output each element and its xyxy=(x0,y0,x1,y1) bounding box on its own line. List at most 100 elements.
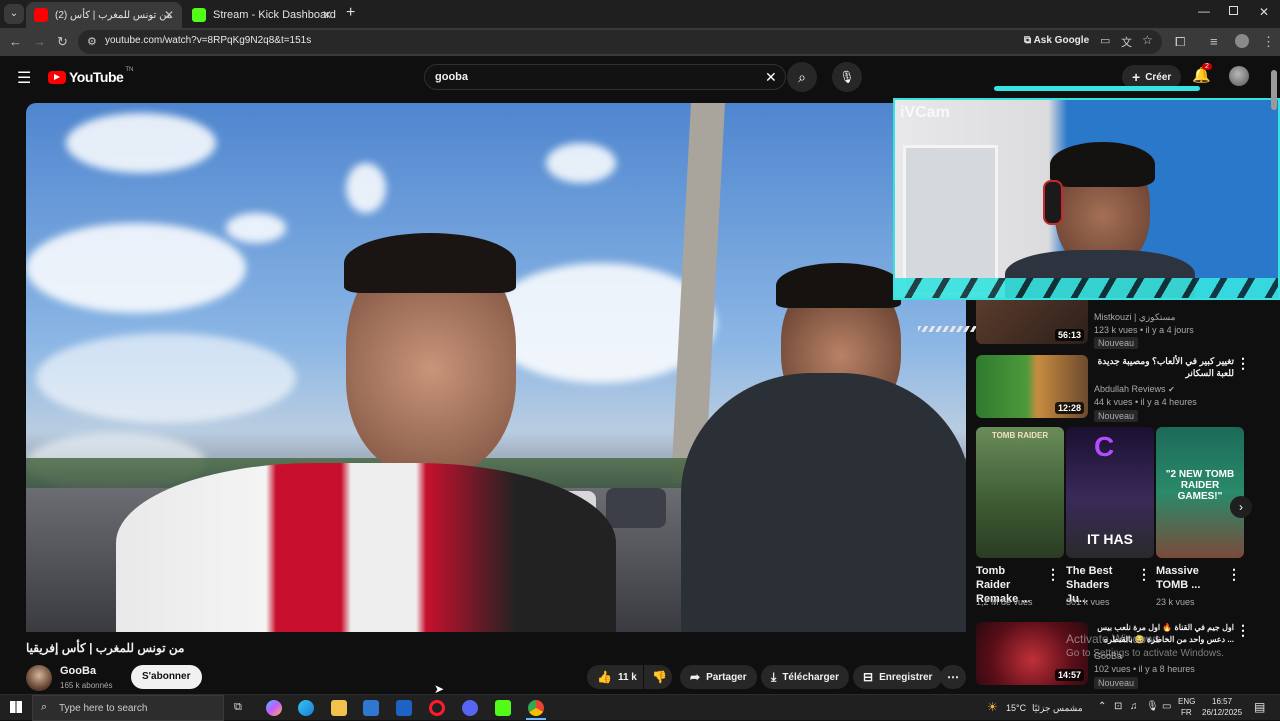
file-explorer-icon[interactable] xyxy=(331,700,347,716)
subscribe-button[interactable]: S'abonner xyxy=(131,665,202,689)
channel-name[interactable]: GooBa xyxy=(60,665,96,677)
opera-icon[interactable] xyxy=(429,700,445,716)
rec-channel[interactable]: Mistkouzi | مستكوزي xyxy=(1094,312,1175,323)
search-input[interactable]: gooba xyxy=(435,71,468,83)
language-bottom[interactable]: FR xyxy=(1181,708,1192,717)
media-control-icon[interactable]: ≡ xyxy=(1210,34,1218,49)
short-title[interactable]: Massive TOMB ... xyxy=(1156,564,1222,592)
short-thumbnail[interactable]: C IT HAS xyxy=(1066,427,1154,558)
share-icon: ➦ xyxy=(690,670,701,684)
browser-tab-strip: ⌄ (2) من تونس للمغرب | كأس ✕ Stream - Ki… xyxy=(0,0,1280,28)
store-icon[interactable] xyxy=(363,700,379,716)
discord-icon[interactable] xyxy=(462,700,478,716)
person-right-hair xyxy=(776,263,901,308)
tab-title: Stream - Kick Dashboard xyxy=(213,9,336,21)
shorts-next-button[interactable]: › xyxy=(1230,496,1252,518)
profile-avatar[interactable] xyxy=(1235,34,1249,48)
cloud-shape xyxy=(226,213,286,243)
chrome-menu-icon[interactable]: ⋮ xyxy=(1262,34,1275,50)
webcam-overlay: iVCam xyxy=(893,98,1280,300)
voice-search-button[interactable]: 🎙 xyxy=(832,62,862,92)
clear-search-icon[interactable]: ✕ xyxy=(765,69,777,86)
forward-icon[interactable]: → xyxy=(33,34,46,49)
site-info-icon[interactable]: ⚙ xyxy=(87,35,97,48)
more-actions-button[interactable]: ⋯ xyxy=(940,665,966,689)
tab-kick[interactable]: Stream - Kick Dashboard ✕ xyxy=(184,2,340,28)
dislike-button[interactable]: 👎 xyxy=(644,665,672,689)
more-options-icon[interactable]: ⋮ xyxy=(1236,622,1250,639)
share-button[interactable]: ➦ Partager xyxy=(680,665,757,689)
restore-icon[interactable] xyxy=(1229,6,1238,15)
rec-thumbnail[interactable]: 56:13 xyxy=(976,300,1088,344)
more-options-icon[interactable]: ⋮ xyxy=(1236,355,1250,372)
activate-windows-title: Activate Windows xyxy=(1066,632,1161,646)
more-options-icon[interactable]: ⋮ xyxy=(1137,566,1151,583)
more-options-icon[interactable]: ⋮ xyxy=(1046,566,1060,583)
back-icon[interactable]: ← xyxy=(9,34,22,49)
hamburger-menu-icon[interactable]: ☰ xyxy=(17,68,31,88)
headphones xyxy=(1043,180,1063,225)
tab-list-button[interactable]: ⌄ xyxy=(4,4,24,24)
address-bar[interactable]: ⚙ youtube.com/watch?v=8RPqKg9N2q8&t=151s… xyxy=(78,30,1162,54)
tab-close-icon[interactable]: ✕ xyxy=(164,8,174,22)
taskbar-search-box[interactable]: ⌕ Type here to search xyxy=(32,695,224,721)
cloud-shape xyxy=(66,113,216,173)
minimize-icon[interactable]: — xyxy=(1198,4,1210,18)
url-text: youtube.com/watch?v=8RPqKg9N2q8&t=151s xyxy=(105,35,312,46)
copilot-icon[interactable] xyxy=(266,700,282,716)
kick-app-icon[interactable] xyxy=(495,700,511,716)
video-duration: 12:28 xyxy=(1054,402,1084,414)
new-tab-button[interactable]: + xyxy=(346,4,355,22)
network-icon[interactable]: ⊡ xyxy=(1114,701,1122,712)
ask-google-button[interactable]: ⧉ Ask Google xyxy=(1024,35,1089,46)
battery-icon[interactable]: ▭ xyxy=(1162,701,1171,712)
webcam-watermark: iVCam xyxy=(900,104,950,121)
short-thumbnail[interactable]: "2 NEW TOMB RAIDER GAMES!" xyxy=(1156,427,1244,558)
rec-channel-name: Abdullah Reviews xyxy=(1094,384,1166,394)
edge-icon[interactable] xyxy=(298,700,314,716)
rec-channel[interactable]: Abdullah Reviews ✔ xyxy=(1094,384,1175,394)
rec-meta: 44 k vues • il y a 4 heures xyxy=(1094,397,1197,407)
download-button[interactable]: ⤓ Télécharger xyxy=(761,665,850,689)
new-badge: Nouveau xyxy=(1094,677,1139,689)
cloud-shape xyxy=(36,333,296,423)
video-player[interactable] xyxy=(26,103,966,632)
extensions-icon[interactable]: ⧠ xyxy=(1175,34,1185,50)
volume-icon[interactable]: ♫ xyxy=(1130,701,1138,712)
notification-center-icon[interactable]: ▤ xyxy=(1254,700,1265,714)
more-options-icon[interactable]: ⋮ xyxy=(1227,566,1241,583)
video-title: من تونس للمغرب | كأس إفريقيا xyxy=(26,641,185,655)
windows-start-icon[interactable] xyxy=(10,701,22,713)
tab-youtube[interactable]: (2) من تونس للمغرب | كأس ✕ xyxy=(26,2,182,28)
account-avatar[interactable] xyxy=(1229,66,1249,86)
video-duration: 14:57 xyxy=(1054,669,1084,681)
reload-icon[interactable]: ↻ xyxy=(57,34,68,50)
search-button[interactable]: ⌕ xyxy=(787,62,817,92)
rec-thumbnail[interactable]: 12:28 xyxy=(976,355,1088,418)
outlook-icon[interactable] xyxy=(396,700,412,716)
tab-close-icon[interactable]: ✕ xyxy=(322,8,332,22)
short-thumbnail[interactable]: TOMB RAIDER xyxy=(976,427,1064,558)
language-top[interactable]: ENG xyxy=(1178,697,1195,706)
rec-title[interactable]: تغيير كبير في الألعاب؟ ومصيبة جديدة للعب… xyxy=(1094,355,1234,379)
bookmark-star-icon[interactable]: ☆ xyxy=(1142,33,1153,47)
plus-icon: + xyxy=(1132,69,1141,85)
youtube-logo[interactable]: YouTube TN xyxy=(48,67,133,85)
clock-time[interactable]: 16:57 xyxy=(1212,697,1232,706)
translate-icon[interactable]: 文 xyxy=(1121,34,1132,50)
clock-date[interactable]: 26/12/2025 xyxy=(1202,708,1242,717)
microphone-tray-icon[interactable]: 🎙 xyxy=(1146,701,1159,712)
tray-overflow-icon[interactable]: ⌃ xyxy=(1098,701,1106,712)
close-window-icon[interactable]: ✕ xyxy=(1259,5,1269,19)
like-button[interactable]: 👍 11 k xyxy=(587,665,643,689)
weather-temp[interactable]: 15°C xyxy=(1006,703,1026,713)
cast-icon[interactable]: ▭ xyxy=(1100,34,1110,47)
page-scrollbar[interactable] xyxy=(1271,60,1277,690)
scrollbar-thumb[interactable] xyxy=(1271,70,1277,110)
notifications-button[interactable]: 🔔 2 xyxy=(1192,63,1212,85)
chrome-icon[interactable] xyxy=(528,700,544,716)
channel-avatar[interactable] xyxy=(26,665,52,691)
task-view-icon[interactable]: ⧉ xyxy=(234,701,242,714)
save-button[interactable]: ⊟ Enregistrer xyxy=(853,665,943,689)
search-box[interactable]: gooba ✕ xyxy=(424,64,786,90)
